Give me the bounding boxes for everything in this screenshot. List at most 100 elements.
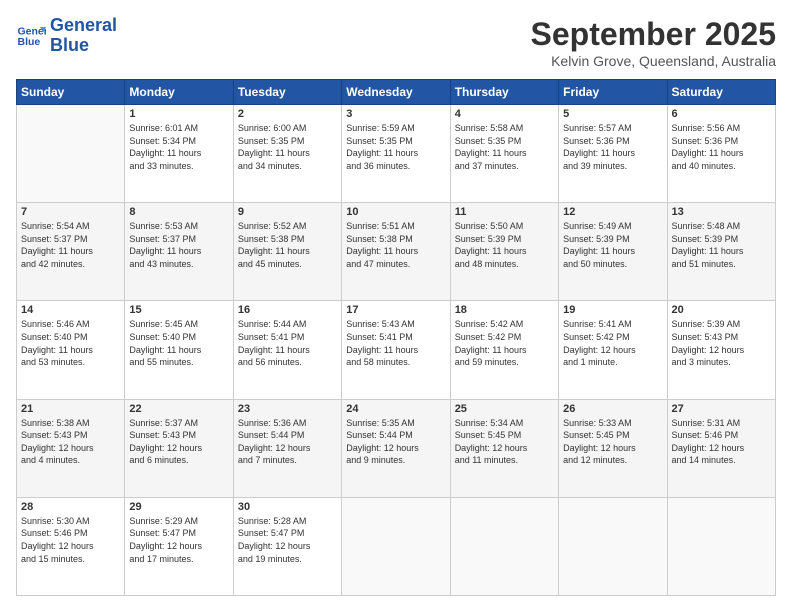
calendar-cell: 27Sunrise: 5:31 AM Sunset: 5:46 PM Dayli… <box>667 399 775 497</box>
calendar-cell: 18 Sunrise: 5:42 AM Sunset: 5:42 PM Dayli… <box>450 301 558 399</box>
calendar-cell: 20 Sunrise: 5:39 AM Sunset: 5:43 PM Dayli… <box>667 301 775 399</box>
calendar-week-row: 1Sunrise: 6:01 AM Sunset: 5:34 PM Daylig… <box>17 105 776 203</box>
calendar-table: SundayMondayTuesdayWednesdayThursdayFrid… <box>16 79 776 596</box>
day-info: Sunrise: 5:51 AM Sunset: 5:38 PM Dayligh… <box>346 220 445 270</box>
logo-text: General Blue <box>50 16 117 56</box>
day-info: Sunrise: 5:29 AM Sunset: 5:47 PM Dayligh… <box>129 515 228 565</box>
day-number: 23 <box>238 403 337 415</box>
day-number: 26 <box>563 403 662 415</box>
day-info: Sunrise: 5:30 AM Sunset: 5:46 PM Dayligh… <box>21 515 120 565</box>
calendar-week-row: 21 Sunrise: 5:38 AM Sunset: 5:43 PM Dayli… <box>17 399 776 497</box>
day-info: Sunrise: 5:41 AM Sunset: 5:42 PM Dayligh… <box>563 318 662 368</box>
calendar-cell: 14Sunrise: 5:46 AM Sunset: 5:40 PM Dayli… <box>17 301 125 399</box>
calendar-cell: 8 Sunrise: 5:53 AM Sunset: 5:37 PM Daylig… <box>125 203 233 301</box>
day-number: 18 <box>455 304 554 316</box>
day-number: 12 <box>563 206 662 218</box>
calendar-cell: 26 Sunrise: 5:33 AM Sunset: 5:45 PM Dayli… <box>559 399 667 497</box>
column-header-friday: Friday <box>559 80 667 105</box>
calendar-cell: 2 Sunrise: 6:00 AM Sunset: 5:35 PM Daylig… <box>233 105 341 203</box>
day-number: 21 <box>21 403 120 415</box>
calendar-cell: 15Sunrise: 5:45 AM Sunset: 5:40 PM Dayli… <box>125 301 233 399</box>
calendar-cell: 17 Sunrise: 5:43 AM Sunset: 5:41 PM Dayli… <box>342 301 450 399</box>
day-info: Sunrise: 5:39 AM Sunset: 5:43 PM Dayligh… <box>672 318 771 368</box>
day-number: 3 <box>346 108 445 120</box>
day-info: Sunrise: 5:52 AM Sunset: 5:38 PM Dayligh… <box>238 220 337 270</box>
calendar-cell: 30Sunrise: 5:28 AM Sunset: 5:47 PM Dayli… <box>233 497 341 595</box>
day-number: 24 <box>346 403 445 415</box>
day-number: 8 <box>129 206 228 218</box>
calendar-cell: 29 Sunrise: 5:29 AM Sunset: 5:47 PM Dayli… <box>125 497 233 595</box>
day-info: Sunrise: 5:54 AM Sunset: 5:37 PM Dayligh… <box>21 220 120 270</box>
header: General Blue General Blue September 2025… <box>16 16 776 69</box>
day-info: Sunrise: 5:42 AM Sunset: 5:42 PM Dayligh… <box>455 318 554 368</box>
column-header-tuesday: Tuesday <box>233 80 341 105</box>
day-info: Sunrise: 5:37 AM Sunset: 5:43 PM Dayligh… <box>129 417 228 467</box>
day-number: 9 <box>238 206 337 218</box>
day-info: Sunrise: 5:44 AM Sunset: 5:41 PM Dayligh… <box>238 318 337 368</box>
calendar-cell <box>342 497 450 595</box>
calendar-week-row: 7Sunrise: 5:54 AM Sunset: 5:37 PM Daylig… <box>17 203 776 301</box>
day-number: 11 <box>455 206 554 218</box>
day-number: 4 <box>455 108 554 120</box>
day-number: 25 <box>455 403 554 415</box>
calendar-cell: 9 Sunrise: 5:52 AM Sunset: 5:38 PM Daylig… <box>233 203 341 301</box>
calendar-cell: 5Sunrise: 5:57 AM Sunset: 5:36 PM Daylig… <box>559 105 667 203</box>
column-header-thursday: Thursday <box>450 80 558 105</box>
column-header-sunday: Sunday <box>17 80 125 105</box>
column-header-saturday: Saturday <box>667 80 775 105</box>
day-info: Sunrise: 5:53 AM Sunset: 5:37 PM Dayligh… <box>129 220 228 270</box>
day-number: 29 <box>129 501 228 513</box>
day-info: Sunrise: 5:35 AM Sunset: 5:44 PM Dayligh… <box>346 417 445 467</box>
day-number: 1 <box>129 108 228 120</box>
column-header-monday: Monday <box>125 80 233 105</box>
day-info: Sunrise: 6:00 AM Sunset: 5:35 PM Dayligh… <box>238 122 337 172</box>
day-info: Sunrise: 5:56 AM Sunset: 5:36 PM Dayligh… <box>672 122 771 172</box>
day-info: Sunrise: 5:33 AM Sunset: 5:45 PM Dayligh… <box>563 417 662 467</box>
column-header-wednesday: Wednesday <box>342 80 450 105</box>
logo: General Blue General Blue <box>16 16 117 56</box>
day-info: Sunrise: 5:50 AM Sunset: 5:39 PM Dayligh… <box>455 220 554 270</box>
calendar-cell: 25 Sunrise: 5:34 AM Sunset: 5:45 PM Dayli… <box>450 399 558 497</box>
day-info: Sunrise: 5:58 AM Sunset: 5:35 PM Dayligh… <box>455 122 554 172</box>
page: General Blue General Blue September 2025… <box>0 0 792 612</box>
calendar-cell: 4 Sunrise: 5:58 AM Sunset: 5:35 PM Daylig… <box>450 105 558 203</box>
day-number: 13 <box>672 206 771 218</box>
calendar-cell: 6 Sunrise: 5:56 AM Sunset: 5:36 PM Daylig… <box>667 105 775 203</box>
day-number: 16 <box>238 304 337 316</box>
calendar-cell: 23Sunrise: 5:36 AM Sunset: 5:44 PM Dayli… <box>233 399 341 497</box>
day-number: 14 <box>21 304 120 316</box>
calendar-cell: 7Sunrise: 5:54 AM Sunset: 5:37 PM Daylig… <box>17 203 125 301</box>
day-number: 19 <box>563 304 662 316</box>
day-info: Sunrise: 5:45 AM Sunset: 5:40 PM Dayligh… <box>129 318 228 368</box>
day-info: Sunrise: 5:31 AM Sunset: 5:46 PM Dayligh… <box>672 417 771 467</box>
location: Kelvin Grove, Queensland, Australia <box>531 53 776 69</box>
calendar-cell <box>450 497 558 595</box>
title-section: September 2025 Kelvin Grove, Queensland,… <box>531 16 776 69</box>
calendar-cell: 13Sunrise: 5:48 AM Sunset: 5:39 PM Dayli… <box>667 203 775 301</box>
day-info: Sunrise: 5:34 AM Sunset: 5:45 PM Dayligh… <box>455 417 554 467</box>
calendar-cell: 22 Sunrise: 5:37 AM Sunset: 5:43 PM Dayli… <box>125 399 233 497</box>
calendar-cell: 1Sunrise: 6:01 AM Sunset: 5:34 PM Daylig… <box>125 105 233 203</box>
calendar-cell: 3Sunrise: 5:59 AM Sunset: 5:35 PM Daylig… <box>342 105 450 203</box>
calendar-cell <box>17 105 125 203</box>
calendar-cell <box>667 497 775 595</box>
day-info: Sunrise: 5:43 AM Sunset: 5:41 PM Dayligh… <box>346 318 445 368</box>
calendar-cell: 28Sunrise: 5:30 AM Sunset: 5:46 PM Dayli… <box>17 497 125 595</box>
logo-icon: General Blue <box>16 21 46 51</box>
day-number: 2 <box>238 108 337 120</box>
calendar-cell <box>559 497 667 595</box>
day-number: 30 <box>238 501 337 513</box>
day-number: 5 <box>563 108 662 120</box>
calendar-week-row: 14Sunrise: 5:46 AM Sunset: 5:40 PM Dayli… <box>17 301 776 399</box>
day-number: 20 <box>672 304 771 316</box>
calendar-header-row: SundayMondayTuesdayWednesdayThursdayFrid… <box>17 80 776 105</box>
day-number: 17 <box>346 304 445 316</box>
day-info: Sunrise: 5:38 AM Sunset: 5:43 PM Dayligh… <box>21 417 120 467</box>
day-number: 22 <box>129 403 228 415</box>
day-number: 10 <box>346 206 445 218</box>
calendar-week-row: 28Sunrise: 5:30 AM Sunset: 5:46 PM Dayli… <box>17 497 776 595</box>
calendar-cell: 16 Sunrise: 5:44 AM Sunset: 5:41 PM Dayli… <box>233 301 341 399</box>
day-number: 6 <box>672 108 771 120</box>
calendar-cell: 12Sunrise: 5:49 AM Sunset: 5:39 PM Dayli… <box>559 203 667 301</box>
calendar-cell: 10 Sunrise: 5:51 AM Sunset: 5:38 PM Dayli… <box>342 203 450 301</box>
